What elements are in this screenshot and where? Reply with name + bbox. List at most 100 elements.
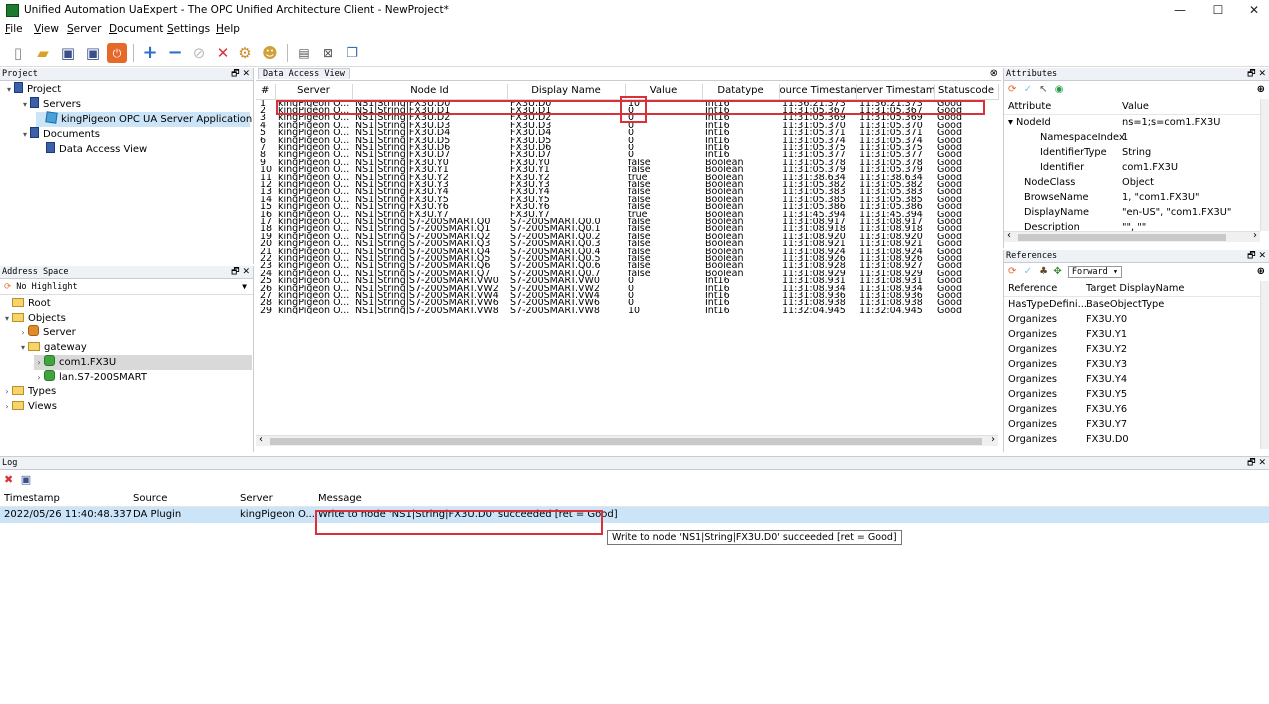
- table-row[interactable]: 6 kingPigeon O... NS1|String|FX3U.D5 FX3U.D…: [256, 137, 998, 144]
- table-row[interactable]: 5 kingPigeon O... NS1|String|FX3U.D4 FX3U.D…: [256, 129, 998, 136]
- remove-server-icon[interactable]: −: [165, 43, 185, 63]
- timestamp-column-header[interactable]: Timestamp: [4, 490, 60, 507]
- expand-toggle-icon[interactable]: ▾: [4, 82, 14, 97]
- menu-document[interactable]: Document: [109, 23, 163, 35]
- log-row[interactable]: 2022/05/26 11:40:48.337 DA Plugin kingPi…: [0, 507, 1269, 523]
- chevron-down-icon[interactable]: ▼: [242, 279, 247, 295]
- table-row[interactable]: 10 kingPigeon O... NS1|String|FX3U.Y1 FX3U.…: [256, 166, 998, 173]
- table-row[interactable]: 17 kingPigeon O... NS1|String|S7-200SMART.…: [256, 218, 998, 225]
- table-row[interactable]: 24 kingPigeon O... NS1|String|S7-200SMART.…: [256, 270, 998, 277]
- column-header[interactable]: erver Timestam: [856, 84, 935, 100]
- reference-row[interactable]: Organizes FX3U.D0: [1004, 432, 1260, 447]
- check-icon[interactable]: ✓: [1024, 266, 1032, 277]
- table-row[interactable]: 19 kingPigeon O... NS1|String|S7-200SMART.…: [256, 233, 998, 240]
- attribute-row[interactable]: ▾ NodeId ns=1;s=com1.FX3U: [1004, 115, 1260, 130]
- column-header[interactable]: Server: [275, 84, 353, 100]
- reference-row[interactable]: Organizes FX3U.Y2: [1004, 342, 1260, 357]
- save-log-icon[interactable]: ▣: [21, 473, 31, 486]
- reference-row[interactable]: Organizes FX3U.Y4: [1004, 372, 1260, 387]
- address-tree-item[interactable]: ▾ Objects: [2, 311, 66, 326]
- panel-float-close-icons[interactable]: 🗗 ✕: [1247, 457, 1266, 469]
- address-tree-item[interactable]: › com1.FX3U: [34, 354, 252, 370]
- table-row[interactable]: 3 kingPigeon O... NS1|String|FX3U.D2 FX3U.D…: [256, 114, 998, 121]
- table-row[interactable]: 25 kingPigeon O... NS1|String|S7-200SMART.…: [256, 277, 998, 284]
- attribute-row[interactable]: Identifier com1.FX3U: [1004, 160, 1260, 175]
- table-row[interactable]: 22 kingPigeon O... NS1|String|S7-200SMART.…: [256, 255, 998, 262]
- reference-column-header[interactable]: Reference: [1008, 281, 1057, 297]
- expand-toggle-icon[interactable]: ▾: [20, 97, 30, 112]
- column-header[interactable]: #: [256, 84, 276, 100]
- menu-file[interactable]: File: [5, 23, 23, 35]
- close-tab-icon[interactable]: ⊗: [990, 68, 998, 80]
- expand-toggle-icon[interactable]: ›: [34, 370, 44, 385]
- radio-icon[interactable]: ◉: [1055, 84, 1064, 95]
- panel-float-close-icons[interactable]: 🗗 ✕: [231, 68, 250, 80]
- expand-toggle-icon[interactable]: ▾: [2, 311, 12, 326]
- table-row[interactable]: 20 kingPigeon O... NS1|String|S7-200SMART.…: [256, 240, 998, 247]
- reference-row[interactable]: Organizes FX3U.Y5: [1004, 387, 1260, 402]
- menu-server[interactable]: Server: [67, 23, 101, 35]
- new-document-icon[interactable]: ▯: [8, 43, 28, 63]
- expand-toggle-icon[interactable]: ▾: [18, 340, 28, 355]
- reference-row[interactable]: Organizes FX3U.Y3: [1004, 357, 1260, 372]
- connect-icon[interactable]: ⊘: [189, 43, 209, 63]
- refresh-icon[interactable]: ⟳: [1008, 266, 1016, 277]
- references-vscroll[interactable]: [1260, 281, 1269, 449]
- message-column-header[interactable]: Message: [318, 490, 362, 507]
- table-row[interactable]: 14 kingPigeon O... NS1|String|FX3U.Y5 FX3U.…: [256, 196, 998, 203]
- project-tree-item[interactable]: ▾ Documents: [20, 127, 100, 142]
- reference-row[interactable]: Organizes FX3U.Y1: [1004, 327, 1260, 342]
- panel-float-close-icons[interactable]: 🗗 ✕: [1247, 250, 1266, 262]
- column-header[interactable]: Display Name: [507, 84, 626, 100]
- reference-row[interactable]: HasTypeDefini... BaseObjectType: [1004, 297, 1260, 312]
- target-column-header[interactable]: Target DisplayName: [1086, 281, 1184, 297]
- reference-row[interactable]: Organizes FX3U.Y7: [1004, 417, 1260, 432]
- window-icon[interactable]: ❐: [342, 43, 362, 63]
- value-column-header[interactable]: Value: [1122, 99, 1149, 115]
- attribute-column-header[interactable]: Attribute: [1008, 99, 1051, 115]
- address-tree-item[interactable]: Root: [2, 296, 51, 311]
- table-row[interactable]: 28 kingPigeon O... NS1|String|S7-200SMART.…: [256, 299, 998, 306]
- address-tree-item[interactable]: ▾ gateway: [18, 340, 87, 355]
- address-tree-item[interactable]: › Types: [2, 384, 56, 399]
- source-column-header[interactable]: Source: [133, 490, 167, 507]
- table-row[interactable]: 11 kingPigeon O... NS1|String|FX3U.Y2 FX3U.…: [256, 174, 998, 181]
- refresh-icon[interactable]: ⟳: [1008, 84, 1016, 95]
- address-tree-item[interactable]: › Views: [2, 399, 57, 414]
- scroll-right-icon[interactable]: ›: [991, 434, 995, 445]
- panel-float-close-icons[interactable]: 🗗 ✕: [1247, 68, 1266, 80]
- address-tree-item[interactable]: › lan.S7-200SMART: [34, 369, 147, 385]
- table-row[interactable]: 4 kingPigeon O... NS1|String|FX3U.D3 FX3U.D…: [256, 122, 998, 129]
- table-row[interactable]: 2 kingPigeon O... NS1|String|FX3U.D1 FX3U.D…: [256, 107, 998, 114]
- document-icon[interactable]: ▤: [294, 43, 314, 63]
- add-circle-icon[interactable]: ⊕: [1257, 81, 1265, 99]
- table-row[interactable]: 7 kingPigeon O... NS1|String|FX3U.D6 FX3U.D…: [256, 144, 998, 151]
- add-circle-icon[interactable]: ⊕: [1257, 263, 1265, 281]
- horizontal-scrollbar[interactable]: ‹ ›: [256, 434, 998, 446]
- server-column-header[interactable]: Server: [240, 490, 273, 507]
- check-icon[interactable]: ✓: [1024, 84, 1032, 95]
- attribute-row[interactable]: Description "", "": [1004, 220, 1260, 231]
- table-row[interactable]: 16 kingPigeon O... NS1|String|FX3U.Y7 FX3U.…: [256, 211, 998, 218]
- project-tree-item[interactable]: kingPigeon OPC UA Server Application: [36, 111, 252, 127]
- expand-toggle-icon[interactable]: ▾: [20, 127, 30, 142]
- pointer-icon[interactable]: ↖: [1039, 84, 1047, 95]
- project-tree-item[interactable]: ▾ Servers: [20, 97, 81, 112]
- add-server-icon[interactable]: +: [140, 43, 160, 63]
- project-tree-item[interactable]: Data Access View: [36, 142, 147, 157]
- attribute-row[interactable]: DisplayName "en-US", "com1.FX3U": [1004, 205, 1260, 220]
- column-header[interactable]: Datatype: [702, 84, 780, 100]
- table-row[interactable]: 13 kingPigeon O... NS1|String|FX3U.Y4 FX3U.…: [256, 188, 998, 195]
- table-row[interactable]: 26 kingPigeon O... NS1|String|S7-200SMART.…: [256, 285, 998, 292]
- table-row[interactable]: 9 kingPigeon O... NS1|String|FX3U.Y0 FX3U.Y…: [256, 159, 998, 166]
- save-as-icon[interactable]: ▣: [83, 43, 103, 63]
- project-tree-item[interactable]: ▾ Project: [4, 82, 61, 97]
- minimize-button[interactable]: —: [1162, 0, 1198, 21]
- scroll-thumb[interactable]: [270, 438, 982, 445]
- expand-toggle-icon[interactable]: ›: [2, 384, 12, 399]
- table-row[interactable]: 12 kingPigeon O... NS1|String|FX3U.Y3 FX3U.…: [256, 181, 998, 188]
- scroll-left-icon[interactable]: ‹: [259, 434, 263, 445]
- save-icon[interactable]: ▣: [58, 43, 78, 63]
- table-row[interactable]: 15 kingPigeon O... NS1|String|FX3U.Y6 FX3U.…: [256, 203, 998, 210]
- add-reference-icon[interactable]: ✥: [1053, 266, 1061, 277]
